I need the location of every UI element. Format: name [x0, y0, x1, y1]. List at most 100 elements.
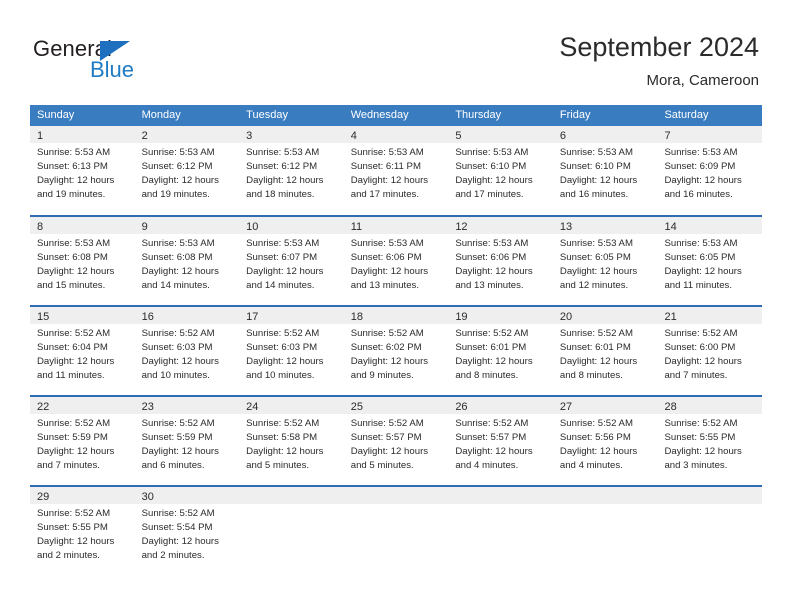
sunset-line: Sunset: 6:12 PM [246, 161, 318, 172]
sunrise-line: Sunrise: 5:53 AM [141, 147, 215, 158]
day-cell[interactable]: 19 Sunrise: 5:52 AM Sunset: 6:01 PM Dayl… [448, 307, 553, 395]
day-cell[interactable]: 30 Sunrise: 5:52 AM Sunset: 5:54 PM Dayl… [134, 487, 240, 575]
day-cell[interactable]: 22 Sunrise: 5:52 AM Sunset: 5:59 PM Dayl… [30, 397, 135, 485]
day-number-band: 12 [448, 217, 553, 234]
day-info: Sunrise: 5:52 AM Sunset: 6:00 PM Dayligh… [657, 324, 762, 383]
day-number: 1 [37, 130, 44, 142]
day-info: Sunrise: 5:53 AM Sunset: 6:08 PM Dayligh… [30, 234, 135, 293]
day-cell[interactable]: 11 Sunrise: 5:53 AM Sunset: 6:06 PM Dayl… [343, 217, 449, 305]
day-number-band: 9 [134, 217, 240, 234]
day-number: 28 [664, 401, 677, 413]
day-number: 2 [141, 130, 148, 142]
day-info: Sunrise: 5:53 AM Sunset: 6:06 PM Dayligh… [448, 234, 553, 293]
sunrise-line: Sunrise: 5:52 AM [246, 328, 320, 339]
day-number-band [657, 487, 763, 504]
day-cell[interactable]: 23 Sunrise: 5:52 AM Sunset: 5:59 PM Dayl… [134, 397, 240, 485]
day-number-band: 3 [239, 126, 344, 143]
day-cell[interactable]: 13 Sunrise: 5:53 AM Sunset: 6:05 PM Dayl… [552, 217, 658, 305]
day-info: Sunrise: 5:53 AM Sunset: 6:13 PM Dayligh… [30, 143, 135, 202]
day-cell[interactable]: 4 Sunrise: 5:53 AM Sunset: 6:11 PM Dayli… [343, 126, 449, 215]
day-cell[interactable]: 24 Sunrise: 5:52 AM Sunset: 5:58 PM Dayl… [239, 397, 344, 485]
day-cell[interactable]: 10 Sunrise: 5:53 AM Sunset: 6:07 PM Dayl… [239, 217, 344, 305]
weekday-header-tuesday: Tuesday [246, 109, 288, 121]
calendar-page: General Blue September 2024 Mora, Camero… [0, 0, 792, 612]
sunset-line: Sunset: 6:01 PM [559, 342, 631, 353]
daylight-line-1: Daylight: 12 hours [37, 536, 115, 547]
daylight-line-2: and 16 minutes. [559, 189, 629, 200]
sunset-line: Sunset: 6:06 PM [350, 252, 422, 263]
sunset-line: Sunset: 5:56 PM [559, 432, 631, 443]
day-info: Sunrise: 5:52 AM Sunset: 6:01 PM Dayligh… [553, 324, 658, 383]
day-number-band: 17 [239, 307, 344, 324]
daylight-line-2: and 18 minutes. [246, 189, 315, 200]
weekday-header-monday: Monday [141, 109, 181, 121]
day-cell[interactable]: 28 Sunrise: 5:52 AM Sunset: 5:55 PM Dayl… [657, 397, 763, 485]
day-cell[interactable]: 12 Sunrise: 5:53 AM Sunset: 6:06 PM Dayl… [448, 217, 553, 305]
sunrise-line: Sunrise: 5:53 AM [455, 147, 529, 158]
day-cell[interactable]: 14 Sunrise: 5:53 AM Sunset: 6:05 PM Dayl… [657, 217, 763, 305]
daylight-line-2: and 17 minutes. [350, 189, 420, 200]
sunset-line: Sunset: 6:03 PM [141, 342, 213, 353]
daylight-line-1: Daylight: 12 hours [559, 266, 638, 277]
daylight-line-2: and 10 minutes. [141, 370, 210, 381]
day-info: Sunrise: 5:53 AM Sunset: 6:09 PM Dayligh… [657, 143, 762, 202]
daylight-line-2: and 7 minutes. [37, 460, 100, 471]
daylight-line-2: and 13 minutes. [350, 280, 420, 291]
daylight-line-1: Daylight: 12 hours [141, 175, 219, 186]
daylight-line-1: Daylight: 12 hours [246, 356, 324, 367]
day-cell[interactable]: 1 Sunrise: 5:53 AM Sunset: 6:13 PM Dayli… [30, 126, 135, 215]
sunrise-line: Sunrise: 5:52 AM [141, 508, 215, 519]
day-number: 7 [664, 130, 671, 142]
sunrise-line: Sunrise: 5:53 AM [350, 238, 424, 249]
day-cell-empty [239, 487, 344, 575]
sunrise-line: Sunrise: 5:53 AM [246, 238, 320, 249]
day-number-band [343, 487, 449, 504]
day-number-band: 8 [30, 217, 135, 234]
day-cell[interactable]: 21 Sunrise: 5:52 AM Sunset: 6:00 PM Dayl… [657, 307, 763, 395]
day-number-band: 23 [134, 397, 240, 414]
day-info: Sunrise: 5:53 AM Sunset: 6:12 PM Dayligh… [135, 143, 240, 202]
day-cell[interactable]: 8 Sunrise: 5:53 AM Sunset: 6:08 PM Dayli… [30, 217, 135, 305]
day-info: Sunrise: 5:52 AM Sunset: 5:55 PM Dayligh… [30, 504, 135, 563]
day-number-band: 14 [657, 217, 763, 234]
day-cell[interactable]: 16 Sunrise: 5:52 AM Sunset: 6:03 PM Dayl… [134, 307, 240, 395]
day-cell[interactable]: 2 Sunrise: 5:53 AM Sunset: 6:12 PM Dayli… [134, 126, 240, 215]
day-cell[interactable]: 17 Sunrise: 5:52 AM Sunset: 6:03 PM Dayl… [239, 307, 344, 395]
day-number-band: 26 [448, 397, 553, 414]
day-number: 11 [350, 221, 363, 233]
day-number-band: 29 [30, 487, 135, 504]
daylight-line-2: and 8 minutes. [455, 370, 519, 381]
day-cell[interactable]: 29 Sunrise: 5:52 AM Sunset: 5:55 PM Dayl… [30, 487, 135, 575]
week-row: 22 Sunrise: 5:52 AM Sunset: 5:59 PM Dayl… [30, 395, 763, 485]
daylight-line-2: and 15 minutes. [37, 280, 106, 291]
sunset-line: Sunset: 5:55 PM [664, 432, 736, 443]
day-number: 21 [664, 311, 677, 323]
day-number-band: 13 [552, 217, 658, 234]
day-info: Sunrise: 5:52 AM Sunset: 6:01 PM Dayligh… [448, 324, 553, 383]
sunrise-line: Sunrise: 5:52 AM [37, 418, 111, 429]
day-cell[interactable]: 7 Sunrise: 5:53 AM Sunset: 6:09 PM Dayli… [657, 126, 763, 215]
day-cell[interactable]: 6 Sunrise: 5:53 AM Sunset: 6:10 PM Dayli… [552, 126, 658, 215]
day-cell[interactable]: 18 Sunrise: 5:52 AM Sunset: 6:02 PM Dayl… [343, 307, 449, 395]
day-cell[interactable]: 9 Sunrise: 5:53 AM Sunset: 6:08 PM Dayli… [134, 217, 240, 305]
daylight-line-1: Daylight: 12 hours [664, 175, 742, 186]
daylight-line-1: Daylight: 12 hours [37, 266, 115, 277]
daylight-line-1: Daylight: 12 hours [455, 356, 533, 367]
day-info: Sunrise: 5:52 AM Sunset: 6:03 PM Dayligh… [239, 324, 344, 383]
day-cell[interactable]: 15 Sunrise: 5:52 AM Sunset: 6:04 PM Dayl… [30, 307, 135, 395]
day-number: 15 [37, 311, 50, 323]
day-cell[interactable]: 25 Sunrise: 5:52 AM Sunset: 5:57 PM Dayl… [343, 397, 449, 485]
daylight-line-1: Daylight: 12 hours [664, 266, 742, 277]
daylight-line-1: Daylight: 12 hours [559, 446, 638, 457]
day-cell[interactable]: 26 Sunrise: 5:52 AM Sunset: 5:57 PM Dayl… [448, 397, 553, 485]
day-cell[interactable]: 5 Sunrise: 5:53 AM Sunset: 6:10 PM Dayli… [448, 126, 553, 215]
sunset-line: Sunset: 6:06 PM [455, 252, 527, 263]
day-number: 26 [455, 401, 468, 413]
daylight-line-1: Daylight: 12 hours [559, 175, 638, 186]
day-cell[interactable]: 20 Sunrise: 5:52 AM Sunset: 6:01 PM Dayl… [552, 307, 658, 395]
day-cell[interactable]: 3 Sunrise: 5:53 AM Sunset: 6:12 PM Dayli… [239, 126, 344, 215]
sunset-line: Sunset: 6:12 PM [141, 161, 213, 172]
day-cell[interactable]: 27 Sunrise: 5:52 AM Sunset: 5:56 PM Dayl… [552, 397, 658, 485]
day-number-band: 1 [30, 126, 135, 143]
sunset-line: Sunset: 6:13 PM [37, 161, 108, 172]
